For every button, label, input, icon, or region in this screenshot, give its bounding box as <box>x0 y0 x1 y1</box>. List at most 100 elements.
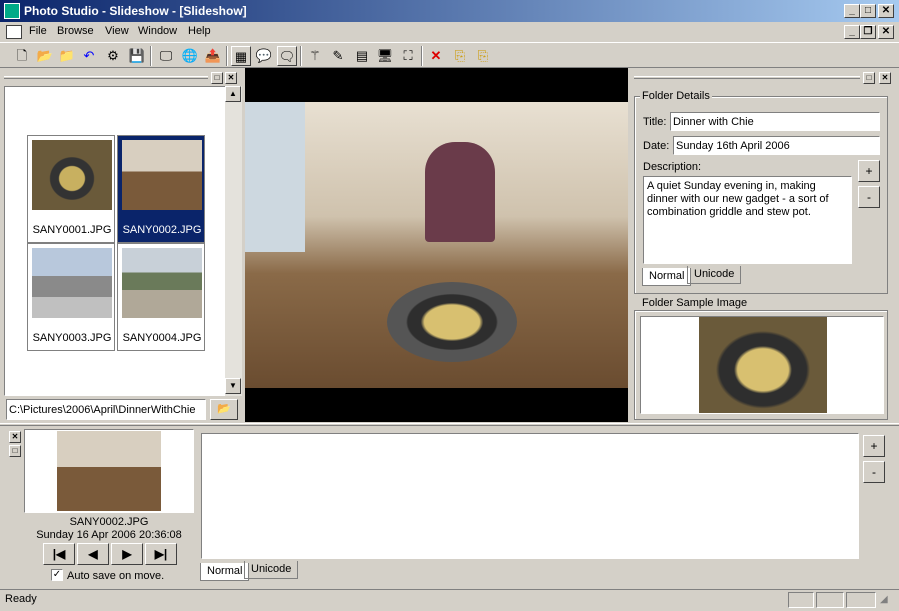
menu-file[interactable]: File <box>29 25 47 37</box>
thumbnail-image <box>32 248 112 318</box>
toolbar-separator <box>226 46 228 66</box>
thumbnail-item-selected[interactable]: SANY0002.JPG <box>117 135 205 243</box>
title-label: Title: <box>643 116 667 128</box>
thumbnail-scrollbar[interactable]: ▲ ▼ <box>225 86 242 396</box>
pane-float-button[interactable]: □ <box>211 72 223 84</box>
xml-icon[interactable]: ✎ <box>328 46 348 66</box>
resize-grip-icon[interactable]: ◢ <box>880 594 888 605</box>
folder-path-input[interactable] <box>6 399 206 420</box>
first-image-button[interactable]: |◀ <box>43 543 75 565</box>
current-thumbnail-image <box>57 431 161 511</box>
save-icon[interactable]: 💾 <box>127 46 147 66</box>
thumbnail-label: SANY0002.JPG <box>122 224 202 236</box>
current-thumbnail-frame <box>24 429 194 513</box>
close-button[interactable]: ✕ <box>878 4 894 18</box>
move-icon[interactable]: ⎘ <box>473 46 493 66</box>
document-icon[interactable] <box>6 25 22 39</box>
zoom-in-button[interactable]: + <box>858 160 880 182</box>
image-comment-textarea[interactable] <box>201 433 859 559</box>
next-image-button[interactable]: ▶ <box>111 543 143 565</box>
description-label: Description: <box>643 161 702 173</box>
thumbnail-item[interactable]: SANY0004.JPG <box>117 243 205 351</box>
menu-bar: File Browse View Window Help _ ❐ ✕ <box>0 22 899 42</box>
maximize-button[interactable]: □ <box>860 4 876 18</box>
wand-icon[interactable]: ⚚ <box>305 46 325 66</box>
tab-unicode[interactable]: Unicode <box>687 266 742 284</box>
new-icon[interactable]: 🗋 <box>12 46 32 66</box>
folder-pane: □ ✕ Folder Details Title: Date: Descript… <box>630 70 899 422</box>
thumbnails-view-icon[interactable]: ▦ <box>231 46 251 66</box>
menu-help[interactable]: Help <box>188 25 211 37</box>
scroll-up-button[interactable]: ▲ <box>225 86 241 102</box>
bottom-close-button[interactable]: ✕ <box>9 431 21 443</box>
window-title: Photo Studio - Slideshow - [Slideshow] <box>24 4 247 18</box>
thumbnail-label: SANY0001.JPG <box>32 224 112 236</box>
folder-comment-icon[interactable]: 🗨 <box>277 46 297 66</box>
tab-unicode[interactable]: Unicode <box>244 561 299 579</box>
title-input[interactable] <box>670 112 880 131</box>
fullscreen-icon[interactable]: ⛶ <box>398 46 418 66</box>
photo-griddle <box>387 282 517 362</box>
browse-folder-button[interactable]: 📂 <box>210 399 238 420</box>
date-label: Date: <box>643 140 670 152</box>
minimize-button[interactable]: _ <box>844 4 860 18</box>
copy-icon[interactable]: ⎘ <box>450 46 470 66</box>
status-panel <box>788 592 814 608</box>
last-image-button[interactable]: ▶| <box>145 543 177 565</box>
toolbar-separator <box>300 46 302 66</box>
menu-view[interactable]: View <box>105 25 129 37</box>
menu-window[interactable]: Window <box>138 25 177 37</box>
present-icon[interactable]: 🖵 <box>156 46 176 66</box>
web-icon[interactable]: 🌐 <box>180 46 200 66</box>
main-image-view[interactable] <box>245 68 628 422</box>
delete-icon[interactable]: ✕ <box>426 46 446 66</box>
zoom-out-button[interactable]: - <box>858 186 880 208</box>
thumbnail-image <box>122 248 202 318</box>
photo-person <box>425 142 495 242</box>
splitter[interactable] <box>0 423 899 426</box>
autosave-checkbox[interactable]: ✓ <box>51 569 63 581</box>
pane-close-button[interactable]: ✕ <box>879 72 891 84</box>
undo-icon[interactable]: ↶ <box>79 46 99 66</box>
thumbnail-image <box>122 140 202 210</box>
open-folder-icon[interactable]: 📂 <box>35 46 55 66</box>
slideshow-icon[interactable]: 🖥 <box>375 46 395 66</box>
zoom-out-button[interactable]: - <box>863 461 885 483</box>
folder-details-label: Folder Details <box>640 90 712 102</box>
child-restore-button[interactable]: ❐ <box>860 25 876 39</box>
zoom-in-button[interactable]: + <box>863 435 885 457</box>
toolbar-separator <box>150 46 152 66</box>
pane-close-button[interactable]: ✕ <box>225 72 237 84</box>
child-minimize-button[interactable]: _ <box>844 25 860 39</box>
prev-image-button[interactable]: ◀ <box>77 543 109 565</box>
film-icon[interactable]: ▤ <box>352 46 372 66</box>
status-panel <box>816 592 844 608</box>
child-close-button[interactable]: ✕ <box>878 25 894 39</box>
pane-float-button[interactable]: □ <box>863 72 875 84</box>
menu-browse[interactable]: Browse <box>57 25 94 37</box>
thumbnail-pane: □ ✕ SANY0001.JPG SANY0002.JPG SANY0003.J… <box>0 70 243 422</box>
description-textarea[interactable]: A quiet Sunday evening in, making dinner… <box>643 176 852 264</box>
thumbnail-image <box>32 140 112 210</box>
current-filename: SANY0002.JPG <box>69 516 149 528</box>
bottom-pane: ✕ □ SANY0002.JPG Sunday 16 Apr 2006 20:3… <box>0 427 899 589</box>
tab-normal[interactable]: Normal <box>642 268 692 286</box>
folder-sample-frame <box>640 316 884 414</box>
capture-icon[interactable]: ⚙ <box>103 46 123 66</box>
scroll-down-button[interactable]: ▼ <box>225 378 241 394</box>
main-photo <box>245 102 628 388</box>
autosave-label: Auto save on move. <box>67 570 165 582</box>
comment-icon[interactable]: 💬 <box>254 46 274 66</box>
thumbnail-label: SANY0003.JPG <box>32 332 112 344</box>
title-bar: Photo Studio - Slideshow - [Slideshow] _… <box>0 0 899 22</box>
date-input[interactable] <box>673 136 880 155</box>
folder-sample-image <box>699 317 827 413</box>
thumbnail-item[interactable]: SANY0003.JPG <box>27 243 115 351</box>
tab-normal[interactable]: Normal <box>200 563 250 581</box>
thumbnail-label: SANY0004.JPG <box>122 332 202 344</box>
export-icon[interactable]: 📤 <box>203 46 223 66</box>
bottom-float-button[interactable]: □ <box>9 445 21 457</box>
open-icon[interactable]: 📁 <box>57 46 77 66</box>
thumbnail-item[interactable]: SANY0001.JPG <box>27 135 115 243</box>
thumbnail-list[interactable]: SANY0001.JPG SANY0002.JPG SANY0003.JPG S… <box>4 86 242 396</box>
